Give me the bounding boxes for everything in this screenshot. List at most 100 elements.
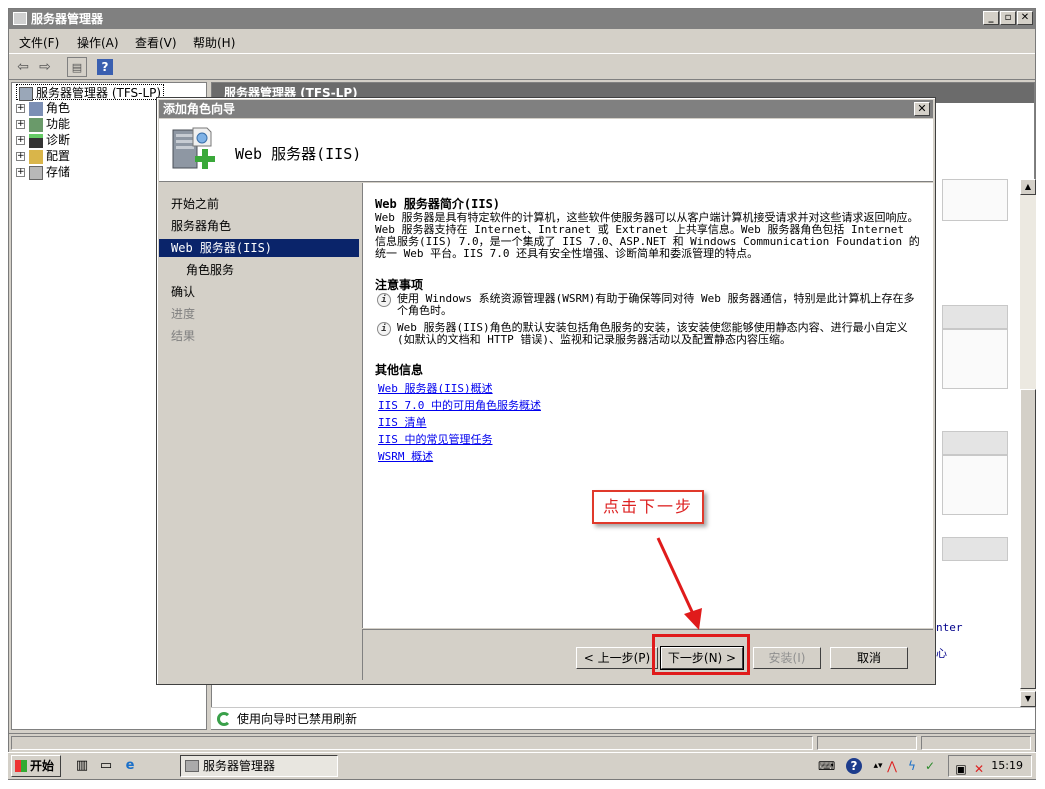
scroll-down-icon[interactable]: ▼	[1020, 691, 1036, 707]
features-icon	[29, 117, 43, 132]
wizard-close-button[interactable]: ✕	[914, 102, 930, 116]
status-section	[921, 736, 1031, 750]
menu-bar: 文件(F) 操作(A) 查看(V) 帮助(H)	[9, 30, 1035, 52]
link-iis-checklist[interactable]: IIS 清单	[378, 414, 427, 430]
system-tray: ▣ ✕ 15:19	[948, 755, 1032, 777]
roles-icon	[29, 101, 43, 116]
nav-step-results: 结果	[171, 329, 196, 343]
nav-step-progress: 进度	[171, 307, 196, 321]
help-circle-icon[interactable]: ?	[846, 758, 862, 774]
server-manager-icon	[185, 760, 199, 772]
taskbar: 开始 ▥ ▭ e 服务器管理器 ⌨ ? ▴▾ ⋀ ϟ ✓ ▣ ✕ 15:19	[8, 752, 1036, 779]
tree-item-label: 诊断	[46, 133, 71, 147]
tree-item-features[interactable]: + 功能	[16, 116, 70, 132]
summary-panel	[942, 179, 1008, 221]
clock[interactable]: 15:19	[991, 759, 1023, 772]
menu-help[interactable]: 帮助(H)	[193, 34, 235, 51]
summary-panel	[942, 329, 1008, 389]
status-section	[817, 736, 917, 750]
wizard-title-bar: 添加角色向导 ✕	[159, 100, 933, 118]
wizard-title-text: 添加角色向导	[163, 102, 236, 116]
keyboard-icon[interactable]: ⌨	[818, 758, 835, 774]
scroll-thumb[interactable]	[1020, 389, 1036, 689]
summary-panel	[942, 455, 1008, 515]
tree-item-configuration[interactable]: + 配置	[16, 148, 70, 164]
configuration-icon	[29, 149, 43, 164]
console-tree-icon[interactable]: ▤	[67, 57, 87, 77]
next-button-highlight	[652, 634, 750, 675]
tree-item-label: 配置	[46, 149, 71, 163]
wizard-heading: Web 服务器(IIS)	[235, 145, 362, 163]
install-button: 安装(I)	[753, 647, 821, 669]
forward-arrow-icon[interactable]: ⇨	[35, 57, 55, 77]
tree-item-label: 角色	[46, 101, 71, 115]
help-button[interactable]: ?	[97, 59, 113, 75]
add-roles-wizard: 添加角色向导 ✕ Web 服务器(IIS) 开始之前 服务器角色 Web 服务器…	[156, 97, 936, 685]
status-bar	[9, 733, 1035, 751]
main-title-text: 服务器管理器	[31, 12, 104, 26]
server-manager-quicklaunch-icon[interactable]: ▥	[74, 758, 90, 774]
annotation-callout: 点击下一步	[592, 490, 704, 524]
link-common-admin-tasks[interactable]: IIS 中的常见管理任务	[378, 431, 493, 447]
wizard-header: Web 服务器(IIS)	[159, 119, 933, 182]
taskbar-item-server-manager[interactable]: 服务器管理器	[180, 755, 338, 777]
refresh-icon	[217, 712, 231, 726]
expand-icon[interactable]: +	[16, 136, 25, 145]
nav-step-server-roles[interactable]: 服务器角色	[159, 217, 359, 235]
text-fragment: nter	[936, 621, 963, 634]
tray-power-icon[interactable]: ϟ	[904, 758, 920, 774]
start-label: 开始	[30, 759, 55, 773]
maximize-button[interactable]: ▫	[1000, 11, 1016, 25]
tray-app-icon[interactable]: ⋀	[884, 758, 900, 774]
scroll-up-icon[interactable]: ▲	[1020, 179, 1036, 195]
info-icon: i	[377, 322, 391, 336]
expand-icon[interactable]: +	[16, 152, 25, 161]
tree-item-diagnostics[interactable]: + 诊断	[16, 132, 70, 148]
nav-step-confirmation[interactable]: 确认	[159, 283, 359, 301]
close-button[interactable]: ✕	[1017, 11, 1033, 25]
tree-root[interactable]: 服务器管理器 (TFS-LP)	[16, 84, 165, 101]
tree-item-roles[interactable]: + 角色	[16, 100, 70, 116]
info-icon: i	[377, 293, 391, 307]
back-arrow-icon[interactable]: ⇦	[13, 57, 33, 77]
web-server-add-icon	[172, 127, 215, 169]
link-web-server-overview[interactable]: Web 服务器(IIS)概述	[378, 380, 493, 396]
link-wsrm-overview[interactable]: WSRM 概述	[378, 448, 433, 464]
tree-item-label: 存储	[46, 165, 71, 179]
taskbar-item-label: 服务器管理器	[203, 759, 276, 773]
more-info-title: 其他信息	[375, 363, 424, 377]
link-role-services-overview[interactable]: IIS 7.0 中的可用角色服务概述	[378, 397, 541, 413]
server-icon	[19, 86, 33, 101]
nav-step-before-you-begin[interactable]: 开始之前	[159, 195, 359, 213]
show-desktop-icon[interactable]: ▭	[98, 758, 114, 774]
note-default-install-text: Web 服务器(IIS)角色的默认安装包括角色服务的安装，该安装使您能够使用静态…	[397, 321, 908, 346]
expand-icon[interactable]: +	[16, 104, 25, 113]
status-section	[11, 736, 813, 750]
note-wsrm: i 使用 Windows 系统资源管理器(WSRM)有助于确保等同对待 Web …	[377, 293, 922, 317]
vertical-scrollbar[interactable]: ▲ ▼	[1020, 179, 1036, 707]
previous-button[interactable]: < 上一步(P)	[576, 647, 658, 669]
ie-icon[interactable]: e	[122, 758, 138, 774]
main-title-bar: 服务器管理器 _ ▫ ✕	[9, 9, 1035, 29]
expand-icon[interactable]: +	[16, 168, 25, 177]
nav-step-web-server[interactable]: Web 服务器(IIS)	[159, 239, 359, 257]
minimize-button[interactable]: _	[983, 11, 999, 25]
notes-title: 注意事项	[375, 278, 424, 292]
note-default-install: i Web 服务器(IIS)角色的默认安装包括角色服务的安装，该安装使您能够使用…	[377, 322, 922, 346]
tree-item-storage[interactable]: + 存储	[16, 164, 70, 180]
diagnostics-icon	[29, 133, 43, 148]
refresh-status-text: 使用向导时已禁用刷新	[237, 712, 358, 726]
start-button[interactable]: 开始	[11, 755, 61, 777]
tree-root-label: 服务器管理器 (TFS-LP)	[36, 86, 162, 100]
network-icon[interactable]: ▣	[953, 761, 969, 777]
menu-view[interactable]: 查看(V)	[135, 34, 177, 51]
nav-step-role-services[interactable]: 角色服务	[159, 261, 359, 279]
wizard-footer: < 上一步(P) 下一步(N) > 安装(I) 取消	[362, 629, 933, 680]
tray-shield-icon[interactable]: ✓	[922, 758, 938, 774]
cancel-button[interactable]: 取消	[830, 647, 908, 669]
menu-file[interactable]: 文件(F)	[19, 34, 59, 51]
note-wsrm-text: 使用 Windows 系统资源管理器(WSRM)有助于确保等同对待 Web 服务…	[397, 292, 915, 317]
expand-icon[interactable]: +	[16, 120, 25, 129]
volume-muted-icon[interactable]: ✕	[971, 761, 987, 777]
menu-action[interactable]: 操作(A)	[77, 34, 119, 51]
